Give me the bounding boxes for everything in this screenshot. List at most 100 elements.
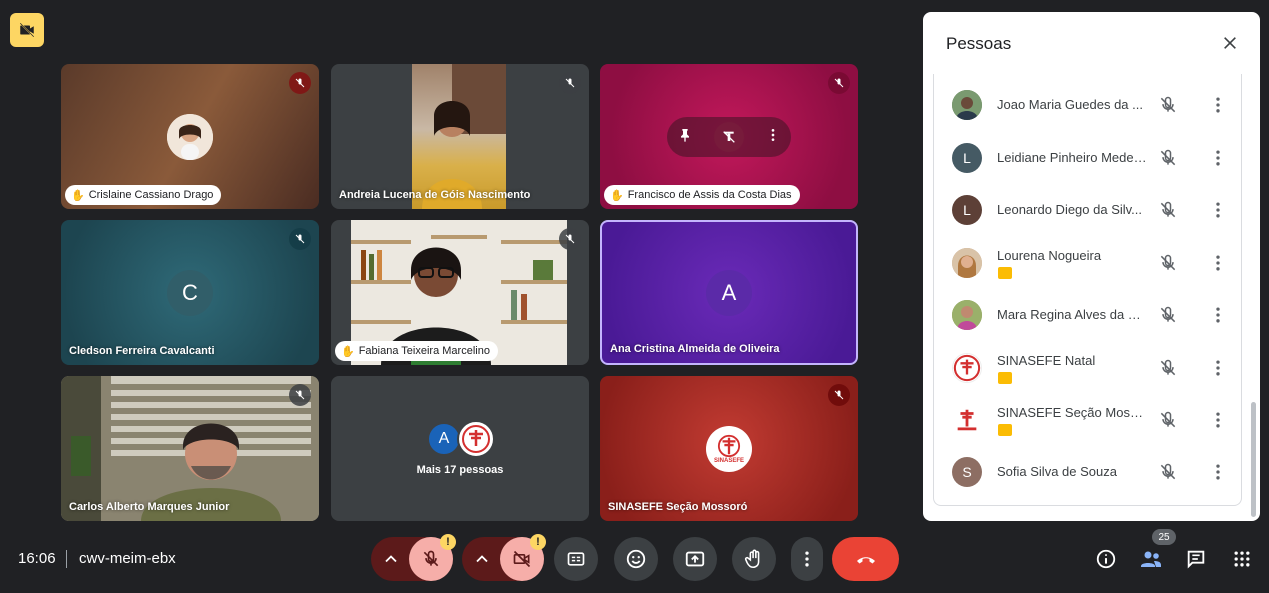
video-tile[interactable]: Carlos Alberto Marques Junior	[61, 376, 319, 521]
list-item[interactable]: L Leidiane Pinheiro Medei...	[943, 138, 1228, 178]
sinasefe-logo	[952, 405, 982, 435]
video-tile-speaking[interactable]: A Ana Cristina Almeida de Oliveira	[600, 220, 858, 365]
mic-off-icon[interactable]	[1158, 358, 1178, 383]
person-name: Lourena Nogueira	[997, 248, 1102, 263]
more-people-tile[interactable]: A Mais 17 pessoas	[331, 376, 589, 521]
list-item[interactable]: SINASEFE Natal	[943, 348, 1228, 388]
mic-off-icon[interactable]	[1158, 305, 1178, 330]
reactions-button[interactable]	[614, 537, 658, 581]
more-options-icon[interactable]	[1208, 148, 1228, 173]
apps-grid-icon	[1234, 551, 1250, 567]
camera-options-chevron-icon[interactable]	[472, 549, 492, 574]
mic-off-icon[interactable]	[1158, 253, 1178, 278]
tile-name: Francisco de Assis da Costa Dias	[627, 189, 792, 201]
video-tile[interactable]: Andreia Lucena de Góis Nascimento	[331, 64, 589, 209]
mic-off-icon	[559, 228, 581, 250]
hand-icon: ✋	[71, 189, 85, 202]
list-item[interactable]: S Sofia Silva de Souza	[943, 452, 1228, 492]
presenting-icon	[998, 372, 1012, 384]
more-options-icon[interactable]	[1208, 358, 1228, 383]
person-name: Leonardo Diego da Silv...	[997, 202, 1143, 217]
warning-icon: !	[440, 534, 456, 550]
people-panel: Pessoas Joao Maria Guedes da ... L Leidi…	[923, 12, 1260, 521]
remove-from-grid-icon[interactable]	[713, 122, 744, 152]
leave-call-button[interactable]	[832, 537, 899, 581]
tile-name-chip: ✋ Francisco de Assis da Costa Dias	[604, 185, 800, 205]
list-item[interactable]: SINASEFE Seção Mosso...	[943, 400, 1228, 440]
video-tile[interactable]: ✋ Fabiana Teixeira Marcelino	[331, 220, 589, 365]
mic-off-icon[interactable]	[1158, 200, 1178, 225]
mic-off-icon	[828, 384, 850, 406]
emoji-icon	[626, 549, 646, 569]
avatar: L	[952, 195, 982, 225]
more-options-icon[interactable]	[1208, 462, 1228, 487]
mic-off-icon	[289, 384, 311, 406]
meeting-details-button[interactable]	[1090, 537, 1122, 581]
more-options-icon[interactable]	[1208, 253, 1228, 278]
presenting-icon	[998, 267, 1012, 279]
pin-icon[interactable]	[677, 127, 693, 148]
person-name: Joao Maria Guedes da ...	[997, 97, 1143, 112]
person-name: Leidiane Pinheiro Medei...	[997, 150, 1147, 165]
meeting-time: 16:06	[18, 550, 56, 567]
avatar	[167, 113, 213, 160]
people-button[interactable]	[1134, 537, 1168, 581]
hand-icon: ✋	[341, 345, 355, 358]
tile-name: Andreia Lucena de Góis Nascimento	[339, 189, 531, 201]
list-item[interactable]: Mara Regina Alves da C...	[943, 295, 1228, 335]
logo-text: SINASEFE	[713, 458, 744, 464]
close-icon[interactable]	[1218, 31, 1242, 55]
avatar: C	[167, 269, 213, 316]
mic-off-icon	[289, 72, 311, 94]
panel-title: Pessoas	[946, 34, 1012, 53]
video-tile[interactable]: SINASEFE SINASEFE Seção Mossoró	[600, 376, 858, 521]
avatar: A	[427, 422, 461, 456]
more-options-icon[interactable]	[1208, 410, 1228, 435]
avatar: A	[706, 269, 752, 316]
participant-video	[412, 64, 506, 209]
recording-indicator-icon[interactable]	[10, 13, 44, 47]
mic-options-chevron-icon[interactable]	[381, 549, 401, 574]
chat-icon	[1187, 550, 1205, 569]
avatar	[952, 248, 982, 278]
list-item[interactable]: Joao Maria Guedes da ...	[943, 85, 1228, 125]
tile-name-chip: ✋ Fabiana Teixeira Marcelino	[335, 341, 498, 361]
mic-off-icon[interactable]	[1158, 95, 1178, 120]
list-item[interactable]: Lourena Nogueira	[943, 243, 1228, 283]
more-options-button[interactable]	[791, 537, 823, 581]
captions-button[interactable]	[554, 537, 598, 581]
hand-icon: ✋	[610, 189, 624, 202]
mic-off-icon	[423, 550, 439, 567]
tile-hover-controls	[667, 117, 791, 157]
mic-off-icon	[559, 72, 581, 94]
person-name: Sofia Silva de Souza	[997, 464, 1117, 479]
mic-off-icon[interactable]	[1158, 410, 1178, 435]
video-tile[interactable]: C Cledson Ferreira Cavalcanti	[61, 220, 319, 365]
video-tile[interactable]: ✋ Crislaine Cassiano Drago	[61, 64, 319, 209]
mic-off-icon[interactable]	[1158, 148, 1178, 173]
more-options-icon[interactable]	[765, 127, 781, 148]
mic-off-icon[interactable]	[1158, 462, 1178, 487]
raise-hand-button[interactable]	[732, 537, 776, 581]
tile-name: Ana Cristina Almeida de Oliveira	[610, 343, 780, 355]
present-screen-icon	[685, 551, 705, 567]
more-options-icon[interactable]	[1208, 305, 1228, 330]
chat-button[interactable]	[1180, 537, 1212, 581]
video-tile[interactable]: ✋ Francisco de Assis da Costa Dias	[600, 64, 858, 209]
scrollbar[interactable]	[1251, 402, 1256, 517]
more-options-icon[interactable]	[1208, 95, 1228, 120]
tile-name: SINASEFE Seção Mossoró	[608, 501, 748, 513]
activities-button[interactable]	[1226, 537, 1258, 581]
list-item[interactable]: L Leonardo Diego da Silv...	[943, 190, 1228, 230]
hand-icon	[744, 549, 760, 569]
person-name: Mara Regina Alves da C...	[997, 307, 1147, 322]
present-button[interactable]	[673, 537, 717, 581]
person-name: SINASEFE Natal	[997, 353, 1096, 368]
mic-off-icon	[828, 72, 850, 94]
participant-video	[61, 376, 319, 521]
end-call-icon	[856, 557, 875, 564]
avatar: S	[952, 457, 982, 487]
more-options-icon[interactable]	[1208, 200, 1228, 225]
sinasefe-logo	[952, 353, 982, 383]
info-icon	[1096, 549, 1116, 569]
